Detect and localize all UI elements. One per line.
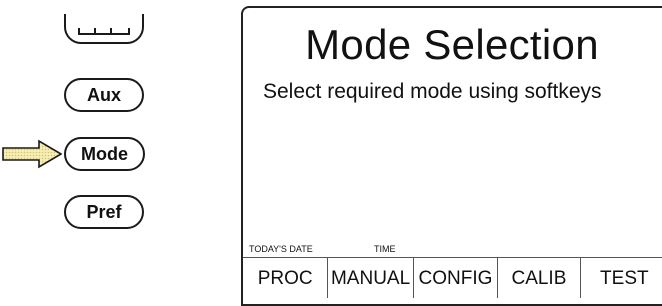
softkey-test[interactable]: TEST (581, 258, 662, 298)
softkey-config[interactable]: CONFIG (414, 258, 499, 298)
mode-button[interactable]: Mode (64, 137, 145, 171)
button-ticks (78, 27, 130, 35)
selection-arrow-icon (2, 139, 62, 169)
softkey-bar: PROC MANUAL CONFIG CALIB TEST (243, 257, 662, 298)
display-screen: Mode Selection Select required mode usin… (241, 6, 662, 306)
softkey-manual[interactable]: MANUAL (328, 258, 414, 298)
partial-top-button[interactable] (64, 14, 144, 44)
softkey-calib[interactable]: CALIB (498, 258, 581, 298)
aux-button[interactable]: Aux (64, 78, 144, 112)
softkey-proc[interactable]: PROC (243, 258, 329, 298)
time-label: TIME (374, 244, 396, 254)
pref-button[interactable]: Pref (64, 195, 144, 229)
screen-subtitle: Select required mode using softkeys (263, 80, 602, 103)
screen-title: Mode Selection (305, 21, 599, 68)
todays-date-label: TODAY'S DATE (249, 244, 313, 254)
